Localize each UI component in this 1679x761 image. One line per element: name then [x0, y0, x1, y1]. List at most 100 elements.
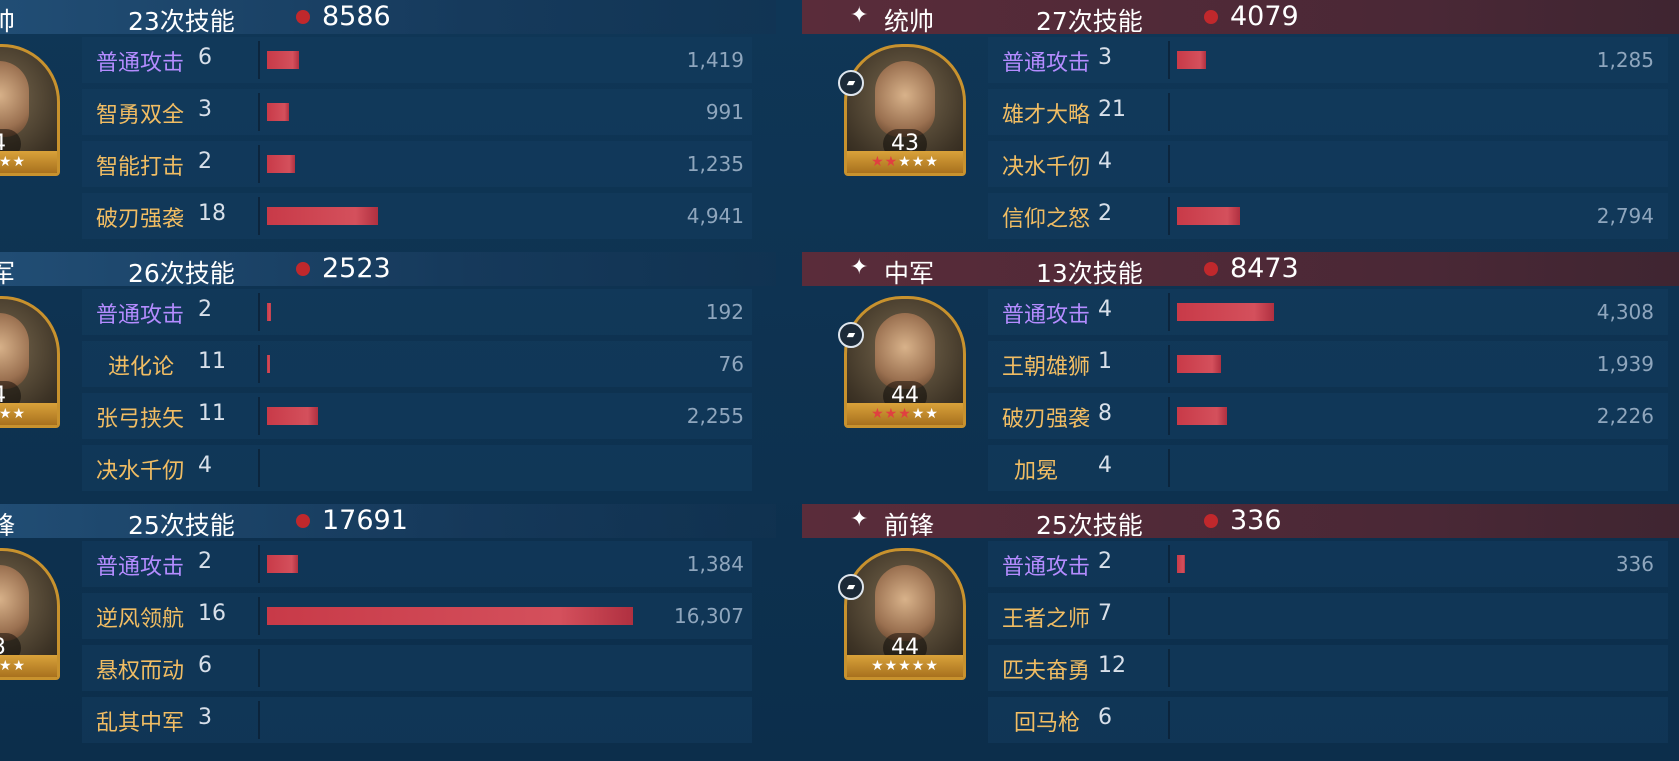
- skill-name: 智勇双全: [96, 103, 185, 128]
- hero-portrait[interactable]: 44 ★★★★★: [844, 296, 966, 428]
- hero-section: 锋 25次技能 17691 普通攻击 2 1,384 逆风领航 16 16,307 悬权而动 6 乱其…: [0, 504, 776, 756]
- damage-value: 2,255: [686, 404, 744, 428]
- hero-face-icon: [0, 61, 29, 137]
- skill-row[interactable]: 张弓挟矢 11 2,255: [82, 393, 752, 439]
- hero-header: 锋 25次技能 17691: [0, 504, 776, 540]
- skill-row[interactable]: 乱其中军 3: [82, 697, 752, 743]
- damage-bar: [267, 607, 633, 625]
- skill-row[interactable]: 匹夫奋勇 12: [988, 645, 1668, 691]
- total-damage: 4079: [1230, 1, 1299, 32]
- awakened-stars: ★★: [871, 154, 899, 170]
- skill-row[interactable]: 智能打击 2 1,235: [82, 141, 752, 187]
- skill-row[interactable]: 决水千仞 4: [988, 141, 1668, 187]
- skill-name: 匹夫奋勇: [1002, 659, 1091, 684]
- skill-name: 信仰之怒: [1002, 207, 1091, 232]
- skill-cast-count: 2: [1098, 201, 1112, 226]
- skill-name: 张弓挟矢: [96, 407, 185, 432]
- skill-name: 进化论: [108, 355, 175, 380]
- damage-value: 1,384: [686, 552, 744, 576]
- skill-cast-count: 6: [198, 653, 212, 678]
- star-rating: ★★★★★: [847, 403, 963, 425]
- divider: [258, 597, 260, 635]
- skill-row[interactable]: 普通攻击 2 336: [988, 541, 1668, 587]
- hero-header: ✦ 前锋 25次技能 336: [802, 504, 1679, 540]
- skill-row[interactable]: 决水千仞 4: [82, 445, 752, 491]
- divider: [1168, 545, 1170, 583]
- divider: [258, 701, 260, 739]
- skill-cast-count: 2: [198, 297, 212, 322]
- skill-row[interactable]: 普通攻击 6 1,419: [82, 37, 752, 83]
- stars: ★★★★: [0, 658, 27, 674]
- skill-row[interactable]: 普通攻击 2 192: [82, 289, 752, 335]
- skill-name: 普通攻击: [96, 555, 185, 580]
- skill-row[interactable]: 信仰之怒 2 2,794: [988, 193, 1668, 239]
- right-team-panel: ✦ 统帅 27次技能 4079 普通攻击 3 1,285 雄才大略 21 决水千仞 4 信仰之怒 2 2,…: [802, 0, 1679, 761]
- total-damage: 17691: [322, 505, 408, 536]
- divider: [258, 397, 260, 435]
- skill-row[interactable]: 加冕 4: [988, 445, 1668, 491]
- damage-value: 991: [705, 100, 744, 124]
- skill-row[interactable]: 王朝雄狮 1 1,939: [988, 341, 1668, 387]
- hero-portrait[interactable]: 4★★★★: [0, 296, 60, 428]
- divider: [1168, 345, 1170, 383]
- skill-name: 加冕: [1014, 459, 1059, 484]
- skill-cast-count: 3: [198, 705, 212, 730]
- damage-bar: [1177, 51, 1206, 69]
- awakened-stars: ★★★: [871, 406, 912, 422]
- skill-row[interactable]: 智勇双全 3 991: [82, 89, 752, 135]
- hero-section: ✦ 前锋 25次技能 336 普通攻击 2 336 王者之师 7 匹夫奋勇 12 回马枪 6 44 ★★★★…: [802, 504, 1679, 756]
- total-damage: 8586: [322, 1, 391, 32]
- tank-icon: ▰: [838, 574, 864, 600]
- stars: ★★: [911, 406, 939, 422]
- skill-row[interactable]: 进化论 11 76: [82, 341, 752, 387]
- skill-count: 27次技能: [1036, 7, 1143, 36]
- skill-name: 普通攻击: [96, 51, 185, 76]
- damage-bar: [267, 355, 270, 373]
- hero-header: ✦ 统帅 27次技能 4079: [802, 0, 1679, 36]
- divider: [258, 93, 260, 131]
- damage-bar: [267, 103, 289, 121]
- damage-value: 1,419: [686, 48, 744, 72]
- hero-portrait[interactable]: 43 ★★★★★: [844, 44, 966, 176]
- skill-cast-count: 6: [198, 45, 212, 70]
- skill-name: 普通攻击: [1002, 555, 1091, 580]
- total-damage: 336: [1230, 505, 1282, 536]
- divider: [258, 449, 260, 487]
- skill-row[interactable]: 雄才大略 21: [988, 89, 1668, 135]
- hero-portrait[interactable]: 3★★★★: [0, 548, 60, 680]
- skill-row[interactable]: 破刃强袭 8 2,226: [988, 393, 1668, 439]
- skill-name: 破刃强袭: [96, 207, 185, 232]
- hero-portrait[interactable]: 4★★★★: [0, 44, 60, 176]
- skill-count: 23次技能: [128, 7, 235, 36]
- skill-row[interactable]: 悬权而动 6: [82, 645, 752, 691]
- damage-dot-icon: [1204, 514, 1218, 528]
- skill-row[interactable]: 逆风领航 16 16,307: [82, 593, 752, 639]
- skill-row[interactable]: 王者之师 7: [988, 593, 1668, 639]
- skill-cast-count: 18: [198, 201, 226, 226]
- skill-row[interactable]: 普通攻击 3 1,285: [988, 37, 1668, 83]
- skill-cast-count: 3: [1098, 45, 1112, 70]
- hero-portrait[interactable]: 44 ★★★★★: [844, 548, 966, 680]
- skill-cast-count: 7: [1098, 601, 1112, 626]
- divider: [1168, 597, 1170, 635]
- divider: [1168, 449, 1170, 487]
- skill-cast-count: 4: [1098, 297, 1112, 322]
- tank-icon: ▰: [838, 70, 864, 96]
- skill-row[interactable]: 普通攻击 4 4,308: [988, 289, 1668, 335]
- divider: [1168, 93, 1170, 131]
- damage-bar: [267, 155, 295, 173]
- skill-count: 26次技能: [128, 259, 235, 288]
- skill-name: 决水千仞: [96, 459, 185, 484]
- hero-face-icon: [0, 313, 29, 389]
- divider: [258, 649, 260, 687]
- damage-bar: [1177, 555, 1185, 573]
- star-rating: ★★★★★: [847, 655, 963, 677]
- skill-row[interactable]: 破刃强袭 18 4,941: [82, 193, 752, 239]
- skill-name: 破刃强袭: [1002, 407, 1091, 432]
- skill-name: 逆风领航: [96, 607, 185, 632]
- skill-row[interactable]: 回马枪 6: [988, 697, 1668, 743]
- skill-count: 13次技能: [1036, 259, 1143, 288]
- damage-value: 1,285: [1596, 48, 1654, 72]
- skill-row[interactable]: 普通攻击 2 1,384: [82, 541, 752, 587]
- skill-name: 王朝雄狮: [1002, 355, 1091, 380]
